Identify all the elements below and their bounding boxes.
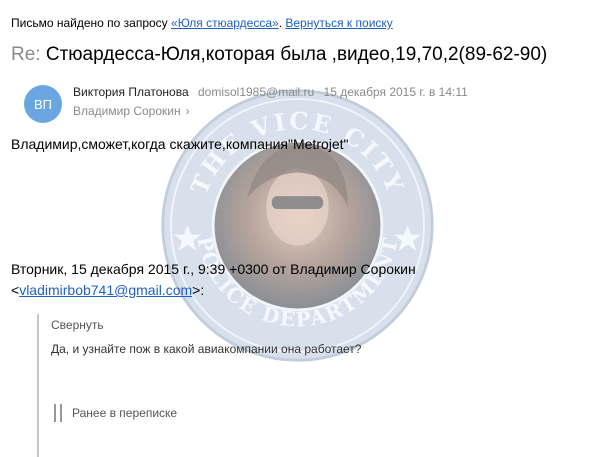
seal-right-star-icon: [393, 225, 422, 252]
thread-expand-icon: [54, 404, 62, 422]
collapse-quote-button[interactable]: Свернуть: [51, 318, 104, 332]
quote-email-link[interactable]: vladimirbob741@gmail.com: [19, 282, 192, 298]
sender-email[interactable]: domisol1985@mail.ru: [198, 85, 314, 99]
back-to-search-link[interactable]: Вернуться к поиску: [285, 16, 392, 30]
seal-top-text: THE VICE CITY: [185, 107, 410, 198]
quote-header: Вторник, 15 декабря 2015 г., 9:39 +0300 …: [11, 259, 591, 301]
search-query-link[interactable]: «Юля стюардесса»: [171, 16, 279, 30]
recipient-name[interactable]: Владимир Сорокин: [73, 104, 181, 118]
recipient-line[interactable]: Владимир Сорокин ›: [73, 104, 190, 118]
subject-text: Стюардесса-Юля,которая была ,видео,19,70…: [40, 44, 548, 65]
message-subject: Re: Стюардесса-Юля,которая была ,видео,1…: [11, 44, 547, 66]
sender-name[interactable]: Виктория Платонова: [73, 85, 189, 99]
earlier-in-thread-button[interactable]: Ранее в переписке: [54, 404, 177, 422]
chevron-right-icon[interactable]: ›: [186, 104, 190, 118]
sender-avatar[interactable]: ВП: [24, 85, 62, 123]
earlier-in-thread-label: Ранее в переписке: [72, 406, 178, 420]
police-seal-watermark: THE VICE CITY POLICE DEPARTMENT: [161, 89, 434, 362]
message-body: Владимир,сможет,когда скажите,компания"M…: [11, 136, 349, 152]
search-prefix-text: Письмо найдено по запросу: [11, 16, 172, 30]
sender-line: Виктория Платонова domisol1985@mail.ru 1…: [73, 85, 468, 99]
quote-divider: [37, 314, 39, 457]
seal-left-star-icon: [173, 225, 202, 252]
quoted-text: Да, и узнайте пож в какой авиакомпании о…: [51, 342, 362, 356]
message-date: 15 декабря 2015 г. в 14:11: [323, 85, 468, 99]
subject-prefix: Re:: [11, 44, 41, 65]
email-view: THE VICE CITY POLICE DEPARTMENT Письмо н…: [0, 0, 600, 457]
quote-header-end: >:: [192, 282, 205, 298]
search-context-bar: Письмо найдено по запросу «Юля стюардесс…: [11, 16, 393, 30]
